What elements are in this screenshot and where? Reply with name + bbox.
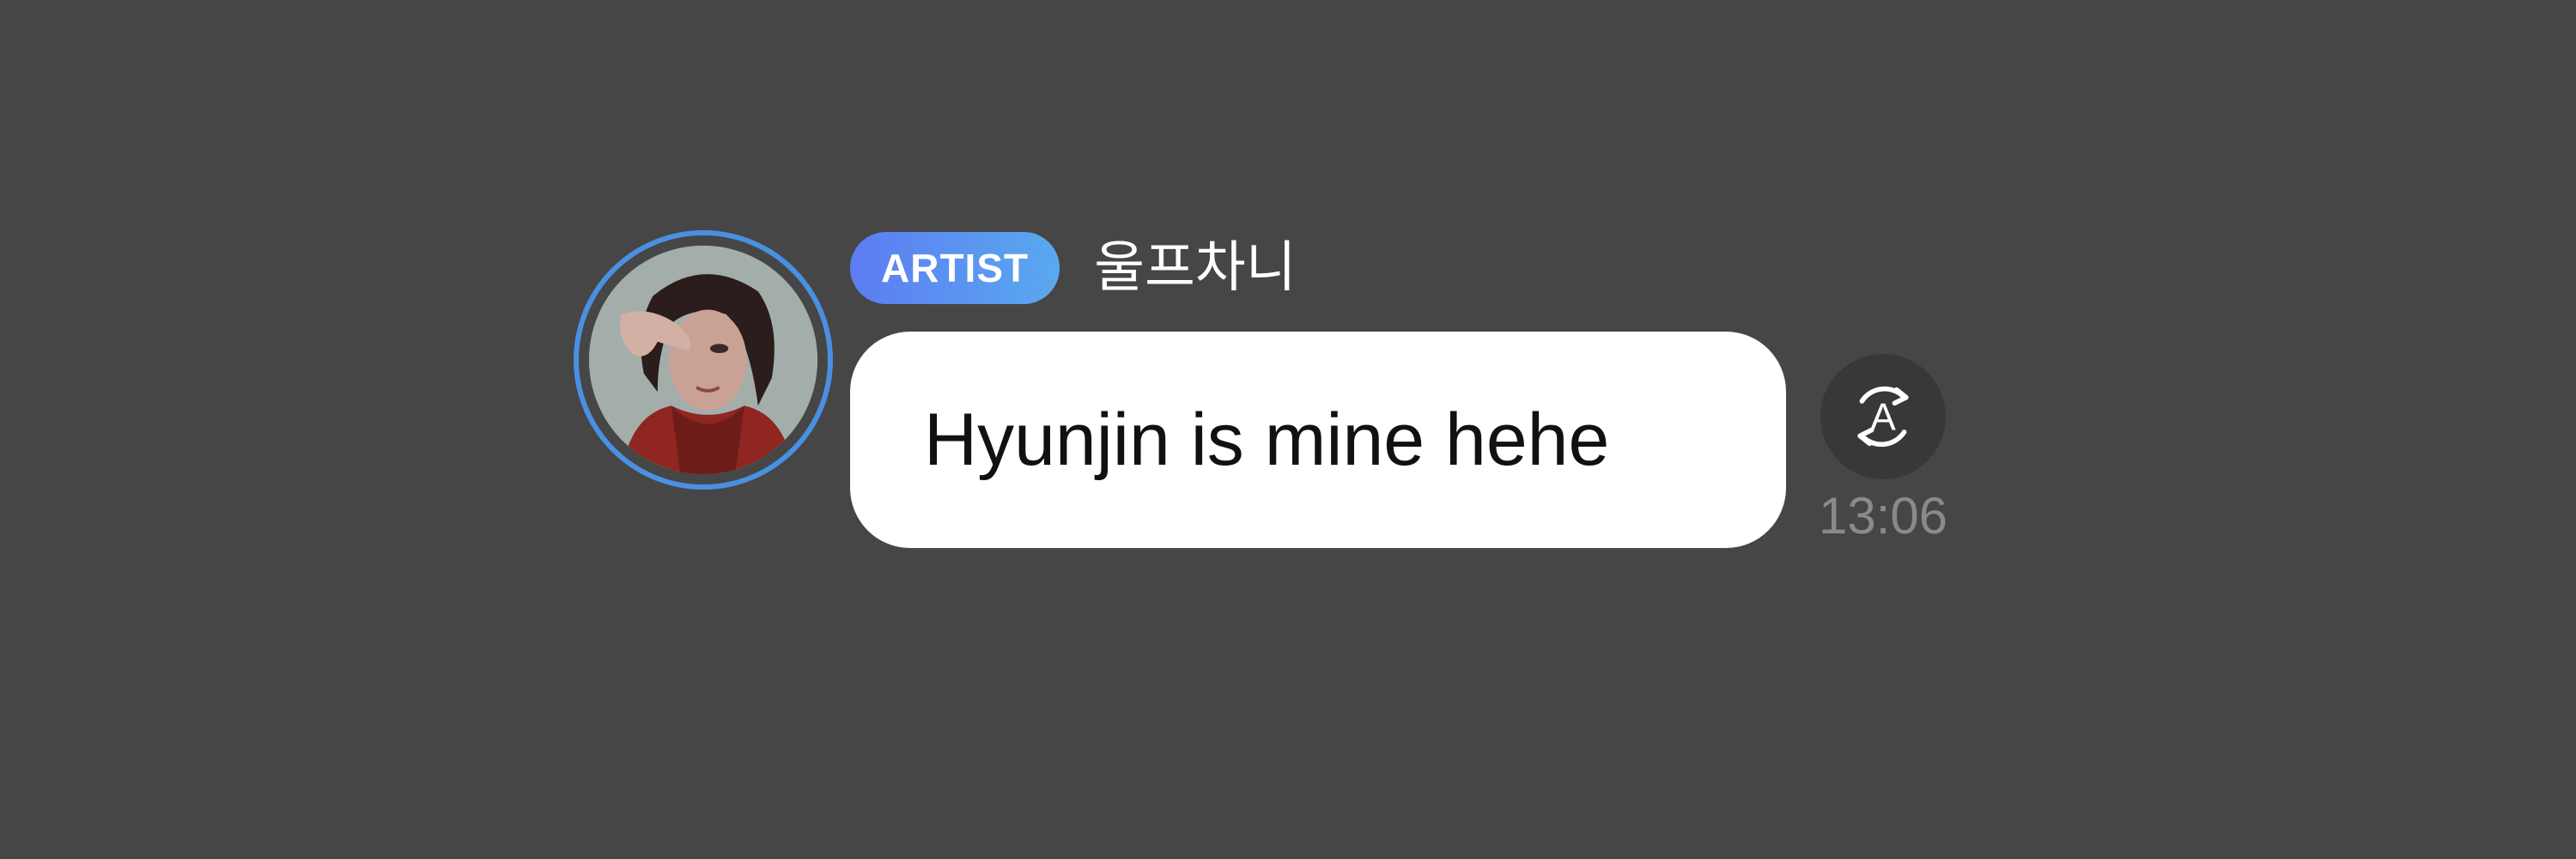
translate-glyph: A: [1870, 396, 1896, 439]
avatar-photo: [589, 246, 817, 474]
message-header: ARTIST 울프차니: [850, 232, 1297, 304]
avatar[interactable]: [574, 230, 833, 490]
message-text: Hyunjin is mine hehe: [924, 398, 1610, 481]
translate-icon: A: [1857, 386, 1909, 448]
artist-badge: ARTIST: [850, 232, 1060, 304]
username[interactable]: 울프차니: [1094, 232, 1297, 304]
message-bubble[interactable]: Hyunjin is mine hehe: [850, 332, 1786, 548]
translate-button[interactable]: A: [1820, 354, 1946, 479]
message-timestamp: 13:06: [1819, 487, 1948, 545]
chat-message: ARTIST 울프차니 Hyunjin is mine hehe A 13:06: [0, 0, 2576, 859]
